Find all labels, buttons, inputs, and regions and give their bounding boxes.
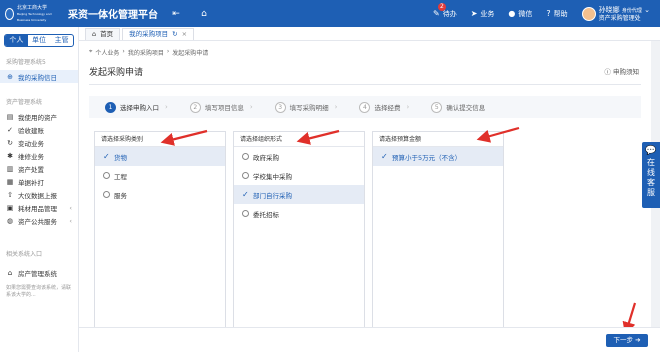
- annotation-arrow: [160, 129, 208, 146]
- todo-button[interactable]: ✎ 2 待办: [433, 2, 457, 19]
- user-name: 孙晓娜: [598, 6, 620, 14]
- help-label: 帮助: [553, 9, 568, 18]
- sidebar: 个人 单位 主管 采购管理系统5 ⊕ 我的采购信日 资产管理系统 ▤ 我使用的资产…: [0, 27, 79, 352]
- sidebar-item-label: 单据补打: [18, 178, 44, 187]
- tab-bar: ⌂ 首页 我的采购项目 ↻ ×: [79, 27, 660, 41]
- sidebar-item-change[interactable]: ↻ 变动业务: [0, 136, 78, 149]
- logo-subtext: Beijing Technology and Business Universi…: [16, 11, 52, 22]
- close-icon[interactable]: ×: [182, 29, 187, 40]
- role-supervisor-tab[interactable]: 主管: [50, 35, 73, 46]
- sidebar-item-my-purchase[interactable]: ⊕ 我的采购信日: [0, 70, 78, 83]
- tab-home[interactable]: ⌂ 首页: [85, 28, 121, 40]
- sidebar-item-label: 资产处置: [18, 165, 44, 174]
- sidebar-item-house[interactable]: ⌂ 房产管理系统: [0, 266, 78, 279]
- building-icon: ⌂: [7, 268, 13, 277]
- role-switch: 个人 单位 主管: [4, 34, 74, 47]
- footer-bar: 下一步 ➔: [79, 327, 660, 352]
- todo-count-badge: 2: [438, 2, 446, 11]
- annotation-spacer: [213, 138, 249, 149]
- sidebar-item-label: 耗材用品管理: [18, 204, 57, 213]
- top-header: 北京工商大学 Beijing Technology and Business U…: [0, 0, 660, 27]
- sidebar-item-reprint[interactable]: ▦ 单据补打: [0, 175, 78, 188]
- chevron-down-icon: ⌄: [644, 6, 650, 14]
- sidebar-item-label: 大仪数据上报: [18, 191, 57, 200]
- sidebar-item-label: 房产管理系统: [18, 269, 57, 278]
- check-icon: ✓: [7, 125, 13, 134]
- sidebar-item-repair[interactable]: ✱ 维修业务: [0, 149, 78, 162]
- refresh-icon: ↻: [7, 138, 13, 147]
- upload-icon: ⇧: [7, 190, 13, 199]
- online-service-label: 在线客服: [647, 158, 655, 197]
- seal-icon: [5, 7, 14, 20]
- app-title: 采资一体化管理平台: [68, 10, 158, 21]
- sidebar-item-acceptance[interactable]: ✓ 验收建账: [0, 123, 78, 136]
- next-step-button[interactable]: 下一步 ➔: [606, 334, 648, 347]
- sidebar-item-instrument-report[interactable]: ⇧ 大仪数据上报: [0, 188, 78, 201]
- main-content: ⌖ 个人业务 › 我的采购项目 › 发起采购申请 发起采购申请 ⓘ 申购须知 1 选择…: [79, 41, 651, 352]
- sidebar-item-label: 变动业务: [18, 139, 44, 148]
- sidebar-item-label: 我使用的资产: [18, 113, 57, 122]
- tab-label: 我的采购项目: [129, 30, 169, 38]
- wechat-label: 微信: [518, 9, 533, 18]
- role-unit-tab[interactable]: 单位: [28, 35, 51, 46]
- wechat-button[interactable]: ● 微信: [508, 9, 532, 19]
- print-icon: ▦: [6, 177, 14, 186]
- home-icon: ⌂: [92, 30, 97, 38]
- section-related-systems: 相关系统入口: [6, 251, 43, 258]
- role-personal-tab[interactable]: 个人: [5, 35, 28, 46]
- sidebar-item-label: 维修业务: [18, 152, 44, 161]
- online-service-button[interactable]: 💬 在线客服: [642, 142, 660, 208]
- sidebar-note: 如果您需要查询该系统，请联系该大学的...: [6, 285, 72, 298]
- avatar: [581, 6, 596, 21]
- university-logo: 北京工商大学 Beijing Technology and Business U…: [0, 0, 62, 27]
- user-role: 身份代理: [621, 8, 642, 14]
- sidebar-item-label: 我的采购信日: [18, 73, 57, 82]
- section-purchase-system: 采购管理系统5: [6, 59, 46, 66]
- user-menu[interactable]: 孙晓娜 身份代理 ⌄ 资产采购管理处: [581, 5, 650, 22]
- annotation-arrows: [160, 126, 637, 336]
- arrow-right-icon: ➔: [635, 336, 641, 344]
- send-icon: ➤: [470, 9, 478, 18]
- section-asset-system: 资产管理系统: [6, 99, 43, 106]
- trash-icon: ▥: [6, 164, 14, 173]
- user-dept: 资产采购管理处: [598, 15, 641, 22]
- sidebar-item-public-service[interactable]: ◍ 资产公共服务 ‹: [0, 214, 78, 227]
- globe-icon: ◍: [6, 216, 14, 225]
- edit-icon: ✎: [433, 9, 440, 18]
- wechat-icon: ●: [508, 9, 516, 18]
- annotation-arrow: [622, 302, 637, 336]
- business-label: 业务: [480, 9, 495, 18]
- annotation-arrow: [296, 129, 340, 145]
- tab-label: 首页: [100, 30, 114, 38]
- collapse-sidebar-icon[interactable]: ⇤: [166, 9, 186, 19]
- sidebar-item-consumables[interactable]: ▣ 耗材用品管理 ‹: [0, 201, 78, 214]
- sidebar-item-my-assets[interactable]: ▤ 我使用的资产: [0, 110, 78, 123]
- grid-icon: ⊕: [7, 72, 13, 81]
- annotation-arrow: [476, 126, 520, 143]
- chevron-left-icon: ‹: [69, 203, 72, 212]
- sidebar-item-label: 资产公共服务: [18, 217, 57, 226]
- business-button[interactable]: ➤ 业务: [471, 9, 495, 19]
- chevron-left-icon: ‹: [69, 216, 72, 225]
- tab-my-purchase-projects[interactable]: 我的采购项目 ↻ ×: [122, 28, 195, 40]
- box-icon: ▣: [6, 203, 14, 212]
- reload-icon[interactable]: ↻: [172, 29, 177, 40]
- doc-icon: ▤: [6, 112, 14, 121]
- wrench-icon: ✱: [7, 151, 13, 160]
- help-button[interactable]: ? 帮助: [546, 9, 567, 19]
- home-icon[interactable]: ⌂: [194, 9, 214, 19]
- sidebar-item-label: 验收建账: [18, 126, 44, 135]
- help-icon: ?: [546, 9, 551, 18]
- todo-label: 待办: [442, 9, 457, 18]
- next-step-label: 下一步: [613, 336, 633, 344]
- chat-icon: 💬: [645, 146, 657, 156]
- sidebar-item-disposal[interactable]: ▥ 资产处置: [0, 162, 78, 175]
